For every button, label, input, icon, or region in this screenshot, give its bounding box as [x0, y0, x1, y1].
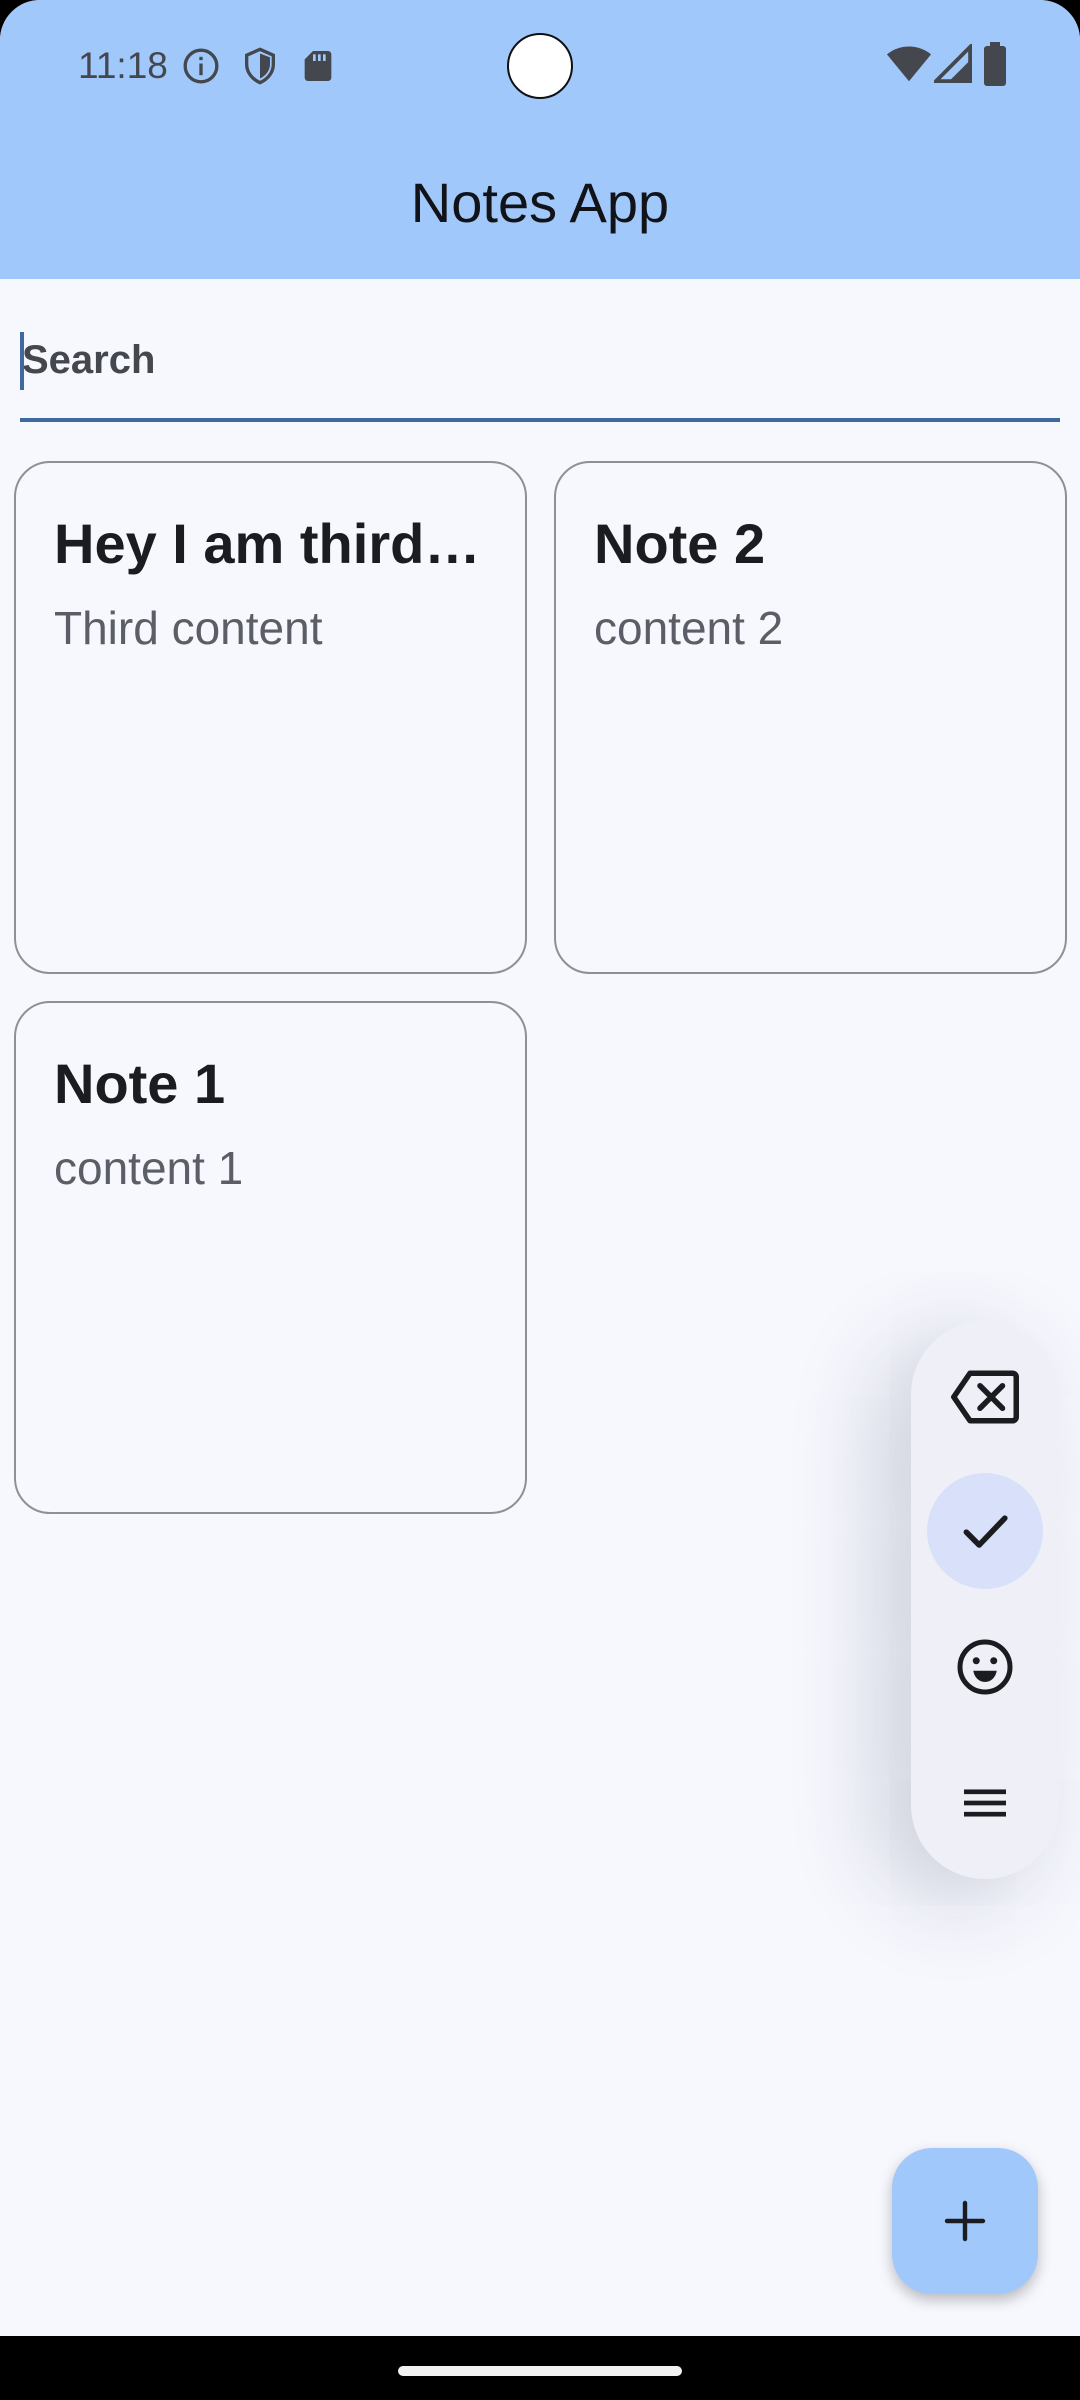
menu-icon [964, 1789, 1006, 1817]
emoji-icon [957, 1639, 1013, 1695]
note-content: Third content [54, 602, 323, 654]
note-content: content 1 [54, 1142, 244, 1194]
search-field[interactable] [20, 325, 1060, 425]
text-cursor [20, 332, 24, 390]
info-icon [183, 48, 219, 84]
notes-screen: 11:18 Notes App Search Hey I am third n … [0, 0, 1080, 2400]
backspace-button[interactable] [927, 1339, 1043, 1455]
note-title: Note 2 [594, 512, 766, 575]
battery-icon [984, 42, 1006, 86]
menu-button[interactable] [927, 1745, 1043, 1861]
note-card[interactable]: Note 1 content 1 [14, 1001, 527, 1514]
search-input[interactable] [20, 325, 1060, 421]
sd-card-icon [304, 51, 332, 81]
floating-toolbar [911, 1321, 1059, 1879]
note-card[interactable]: Note 2 content 2 [554, 461, 1067, 974]
note-title: Hey I am third note [54, 512, 487, 575]
home-gesture-handle[interactable] [398, 2366, 682, 2376]
wifi-icon [886, 46, 932, 82]
add-note-button[interactable] [892, 2148, 1038, 2294]
status-time: 11:18 [78, 45, 168, 86]
add-icon [944, 2200, 986, 2242]
check-button[interactable] [927, 1473, 1043, 1589]
search-underline [20, 418, 1060, 422]
app-title: Notes App [410, 171, 670, 234]
check-icon [963, 1515, 1008, 1548]
emoji-button[interactable] [927, 1609, 1043, 1725]
shield-icon [245, 47, 275, 85]
note-card[interactable]: Hey I am third note Third content [14, 461, 527, 974]
app-bar: 11:18 Notes App [0, 0, 1080, 279]
camera-cutout [507, 33, 573, 99]
note-title: Note 1 [54, 1052, 226, 1115]
signal-icon [934, 44, 972, 83]
note-content: content 2 [594, 602, 784, 654]
backspace-icon [951, 1370, 1019, 1424]
